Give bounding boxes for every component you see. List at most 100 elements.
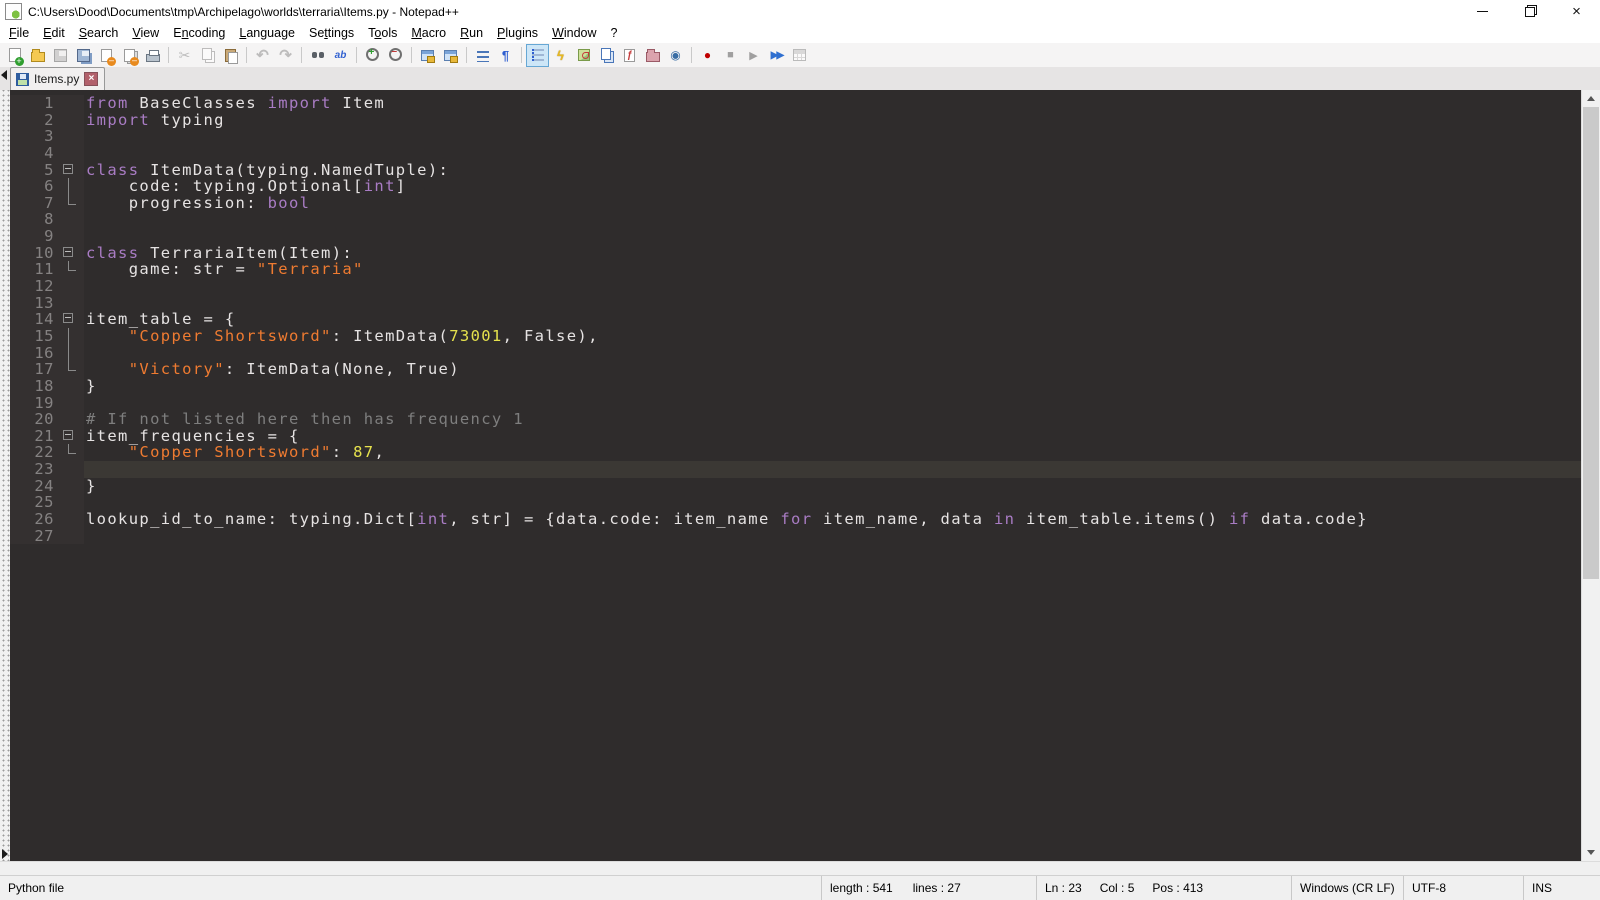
close-all-button[interactable] xyxy=(119,45,140,66)
fold-collapse-icon[interactable] xyxy=(54,428,84,445)
function-list-button[interactable]: ƒ xyxy=(619,45,640,66)
line-number: 26 xyxy=(10,511,54,528)
macro-run-multiple-button[interactable]: ▶▶ xyxy=(766,45,787,66)
panel-expand-arrow[interactable] xyxy=(2,849,8,859)
tab-close-icon[interactable]: × xyxy=(84,72,98,86)
show-all-characters-button[interactable]: ¶ xyxy=(495,45,516,66)
code-line[interactable]: 17 "Victory": ItemData(None, True) xyxy=(10,361,1581,378)
monitoring-button[interactable]: ◉ xyxy=(665,45,686,66)
menu-item-search[interactable]: Search xyxy=(72,24,126,42)
status-insert-mode[interactable]: INS xyxy=(1524,876,1600,900)
fold-collapse-icon[interactable] xyxy=(54,162,84,179)
code-line[interactable]: 15 "Copper Shortsword": ItemData(73001, … xyxy=(10,328,1581,345)
undo-button[interactable]: ↶ xyxy=(252,45,273,66)
code-line[interactable]: 5class ItemData(typing.NamedTuple): xyxy=(10,162,1581,179)
code-line[interactable]: 27 xyxy=(10,528,1581,545)
code-line[interactable]: 1from BaseClasses import Item xyxy=(10,95,1581,112)
code-line[interactable]: 25 xyxy=(10,494,1581,511)
scroll-up-arrow[interactable] xyxy=(1582,90,1600,107)
horizontal-scrollbar[interactable] xyxy=(0,861,1600,875)
new-file-button[interactable] xyxy=(4,45,25,66)
menu-item-plugins[interactable]: Plugins xyxy=(490,24,545,42)
paste-button[interactable] xyxy=(220,45,241,66)
caption-buttons: × xyxy=(1459,0,1600,23)
code-line[interactable]: 4 xyxy=(10,145,1581,162)
document-list-button[interactable] xyxy=(596,45,617,66)
code-line[interactable]: 20# If not listed here then has frequenc… xyxy=(10,411,1581,428)
code-line[interactable]: 9 xyxy=(10,228,1581,245)
save-button[interactable] xyxy=(50,45,71,66)
sync-horizontal-button[interactable] xyxy=(440,45,461,66)
macro-play-button[interactable]: ▶ xyxy=(743,45,764,66)
code-line[interactable]: 3 xyxy=(10,128,1581,145)
zoom-out-button[interactable] xyxy=(385,45,406,66)
restore-button[interactable] xyxy=(1506,0,1553,23)
cut-button[interactable]: ✂ xyxy=(174,45,195,66)
code-line[interactable]: 16 xyxy=(10,345,1581,362)
scrollbar-thumb[interactable] xyxy=(1583,107,1599,579)
menu-item-file[interactable]: File xyxy=(2,24,36,42)
code-line[interactable]: 23 xyxy=(10,461,1581,478)
status-encoding[interactable]: UTF-8 xyxy=(1404,876,1524,900)
code-line[interactable]: 6 code: typing.Optional[int] xyxy=(10,178,1581,195)
code-line[interactable]: 21item_frequencies = { xyxy=(10,428,1581,445)
code-line[interactable]: 10class TerrariaItem(Item): xyxy=(10,245,1581,262)
menu-item-view[interactable]: View xyxy=(125,24,166,42)
line-number: 18 xyxy=(10,378,54,395)
document-map-button[interactable] xyxy=(573,45,594,66)
vertical-scrollbar[interactable] xyxy=(1581,90,1600,861)
close-button[interactable]: × xyxy=(1553,0,1600,23)
fold-collapse-icon[interactable] xyxy=(54,245,84,262)
menu-item-settings[interactable]: Settings xyxy=(302,24,361,42)
menu-item-tools[interactable]: Tools xyxy=(361,24,404,42)
indent-guide-button[interactable] xyxy=(527,45,548,66)
menu-item-language[interactable]: Language xyxy=(232,24,302,42)
macro-stop-button[interactable]: ■ xyxy=(720,45,741,66)
macro-record-button[interactable]: ● xyxy=(697,45,718,66)
redo-button[interactable]: ↷ xyxy=(275,45,296,66)
folder-as-workspace-button[interactable] xyxy=(642,45,663,66)
fold-collapse-icon[interactable] xyxy=(54,311,84,328)
editor-surface[interactable]: 1from BaseClasses import Item2import typ… xyxy=(10,90,1581,861)
code-line[interactable]: 19 xyxy=(10,395,1581,412)
menu-item-window[interactable]: Window xyxy=(545,24,603,42)
menu-item-macro[interactable]: Macro xyxy=(404,24,453,42)
code-line[interactable]: 7 progression: bool xyxy=(10,195,1581,212)
code-line[interactable]: 22 "Copper Shortsword": 87, xyxy=(10,444,1581,461)
code-text xyxy=(84,494,1581,511)
macro-save-button[interactable] xyxy=(789,45,810,66)
open-button[interactable] xyxy=(27,45,48,66)
code-text: progression: bool xyxy=(84,195,1581,212)
menu-item-[interactable]: ? xyxy=(604,24,625,42)
code-line[interactable]: 8 xyxy=(10,211,1581,228)
print-button[interactable] xyxy=(142,45,163,66)
shortcut-mapper-button[interactable]: ϟ xyxy=(550,45,571,66)
code-line[interactable]: 11 game: str = "Terraria" xyxy=(10,261,1581,278)
minimize-button[interactable] xyxy=(1459,0,1506,23)
save-all-button[interactable] xyxy=(73,45,94,66)
zoom-in-button[interactable] xyxy=(362,45,383,66)
replace-button[interactable]: ab xyxy=(330,45,351,66)
menu-item-encoding[interactable]: Encoding xyxy=(166,24,232,42)
scroll-down-arrow[interactable] xyxy=(1582,844,1600,861)
copy-button[interactable] xyxy=(197,45,218,66)
tab-scroll-left-arrow[interactable] xyxy=(1,70,7,80)
status-eol-format[interactable]: Windows (CR LF) xyxy=(1292,876,1404,900)
open-icon xyxy=(31,52,45,62)
menu-item-run[interactable]: Run xyxy=(453,24,490,42)
tab-items-py[interactable]: Items.py× xyxy=(10,67,105,90)
line-number: 13 xyxy=(10,295,54,312)
sync-vertical-button[interactable] xyxy=(417,45,438,66)
code-line[interactable]: 13 xyxy=(10,295,1581,312)
word-wrap-button[interactable] xyxy=(472,45,493,66)
menu-item-edit[interactable]: Edit xyxy=(36,24,72,42)
close-button[interactable] xyxy=(96,45,117,66)
code-line[interactable]: 14item_table = { xyxy=(10,311,1581,328)
code-line[interactable]: 12 xyxy=(10,278,1581,295)
code-line[interactable]: 2import typing xyxy=(10,112,1581,129)
code-line[interactable]: 18} xyxy=(10,378,1581,395)
sync-vertical-icon xyxy=(421,50,434,61)
code-line[interactable]: 24} xyxy=(10,478,1581,495)
find-button[interactable] xyxy=(307,45,328,66)
code-line[interactable]: 26lookup_id_to_name: typing.Dict[int, st… xyxy=(10,511,1581,528)
